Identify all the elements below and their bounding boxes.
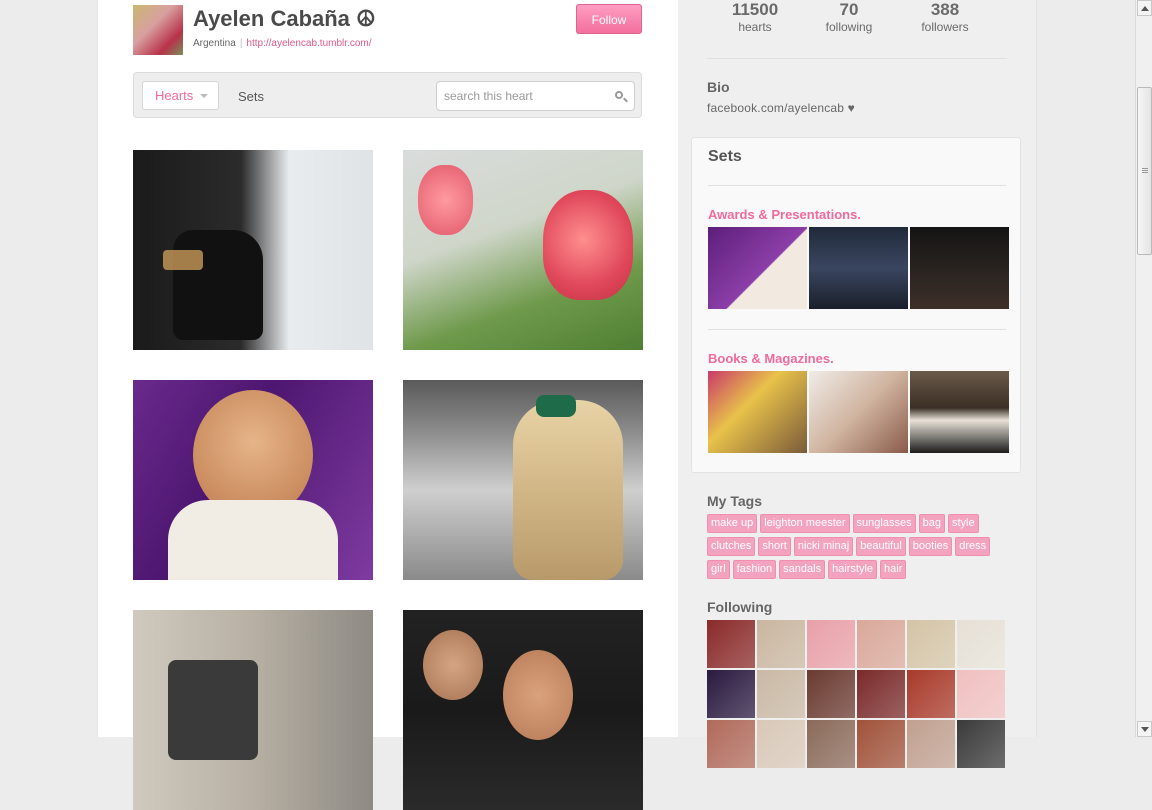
hearts-dropdown[interactable]: Hearts [142, 81, 219, 110]
following-avatar[interactable] [907, 720, 955, 768]
following-avatar[interactable] [857, 720, 905, 768]
bio-heading: Bio [707, 79, 730, 95]
stat-hearts[interactable]: 11500 hearts [715, 0, 795, 34]
tag[interactable]: clutches [707, 537, 756, 556]
chevron-down-icon [200, 94, 208, 98]
search-icon[interactable] [615, 91, 623, 99]
stat-followers-label: followers [921, 20, 969, 34]
following-avatar[interactable] [807, 670, 855, 718]
divider [708, 185, 1006, 186]
following-avatar[interactable] [857, 670, 905, 718]
following-avatar[interactable] [907, 670, 955, 718]
following-avatar[interactable] [707, 720, 755, 768]
profile-name: Ayelen Cabaña ☮ [193, 6, 376, 31]
stat-following[interactable]: 70 following [809, 0, 889, 34]
tag[interactable]: hairstyle [828, 560, 878, 579]
photo-red-carpet[interactable] [133, 380, 373, 580]
tag[interactable]: make up [707, 514, 758, 533]
scrollbar[interactable] [1135, 0, 1152, 737]
following-avatar[interactable] [957, 670, 1005, 718]
tag[interactable]: beautiful [856, 537, 906, 556]
following-avatar[interactable] [907, 620, 955, 668]
profile-meta: Argentina | http://ayelencab.tumblr.com/ [193, 38, 372, 49]
tag[interactable]: hair [880, 560, 907, 579]
set-thumbnail[interactable] [910, 227, 1009, 309]
tag[interactable]: style [947, 514, 979, 533]
tag[interactable]: short [758, 537, 791, 556]
tab-sets[interactable]: Sets [238, 89, 264, 104]
tag[interactable]: sandals [779, 560, 826, 579]
profile-location: Argentina [193, 38, 236, 49]
tag[interactable]: leighton meester [760, 514, 850, 533]
photo-tulips[interactable] [403, 150, 643, 350]
following-avatar[interactable] [957, 620, 1005, 668]
set-thumbnail[interactable] [809, 227, 908, 309]
divider [708, 329, 1006, 330]
following-avatar[interactable] [757, 720, 805, 768]
following-avatar[interactable] [757, 670, 805, 718]
tag-list: make up leighton meester sunglasses bag styl… [707, 514, 1007, 583]
tag[interactable]: sunglasses [852, 514, 916, 533]
sidebar: 11500 hearts 70 following 388 followers … [678, 0, 1037, 768]
photo-street-style[interactable] [133, 610, 373, 810]
set-thumbnail[interactable] [809, 371, 908, 453]
stat-followers[interactable]: 388 followers [905, 0, 985, 34]
stat-following-label: following [825, 20, 873, 34]
profile-url-link[interactable]: http://ayelencab.tumblr.com/ [246, 38, 371, 49]
bio-text: facebook.com/ayelencab ♥ [707, 101, 856, 115]
following-heading: Following [707, 599, 773, 615]
following-avatar[interactable] [807, 620, 855, 668]
following-avatar[interactable] [707, 620, 755, 668]
stat-followers-value: 388 [930, 0, 960, 19]
following-avatar[interactable] [957, 720, 1005, 768]
main-column: Ayelen Cabaña ☮ Argentina | http://ayelenc… [97, 0, 679, 810]
tag[interactable]: fashion [732, 560, 777, 579]
sets-heading: Sets [708, 148, 742, 165]
page: Ayelen Cabaña ☮ Argentina | http://ayelenc… [0, 0, 1152, 810]
grip-icon [1142, 168, 1148, 169]
set-thumbnail[interactable] [910, 371, 1009, 453]
following-avatar[interactable] [857, 620, 905, 668]
set-thumbnail[interactable] [708, 227, 807, 309]
following-avatar[interactable] [807, 720, 855, 768]
divider [707, 58, 1007, 59]
photo-hair-bow[interactable] [403, 380, 643, 580]
follow-button[interactable]: Follow [576, 4, 642, 34]
tags-heading: My Tags [707, 493, 762, 509]
tag[interactable]: bag [918, 514, 945, 533]
content-toolbar: Hearts Sets [133, 72, 642, 118]
hearts-dropdown-label: Hearts [155, 88, 194, 103]
photo-fashion-show[interactable] [403, 610, 643, 810]
stat-hearts-label: hearts [738, 20, 772, 34]
profile-avatar[interactable] [133, 5, 183, 55]
sets-panel: Sets Awards & Presentations. Books & Mag… [691, 137, 1021, 473]
stat-hearts-value: 11500 [731, 0, 779, 19]
meta-separator: | [239, 38, 243, 49]
stat-following-value: 70 [839, 0, 859, 19]
tag[interactable]: booties [908, 537, 953, 556]
set-title-awards[interactable]: Awards & Presentations. [708, 207, 861, 222]
scrollbar-thumb[interactable] [1137, 87, 1152, 255]
photo-bag-bracelet[interactable] [133, 150, 373, 350]
set-thumbnail[interactable] [708, 371, 807, 453]
scroll-up-icon[interactable] [1137, 0, 1152, 16]
following-avatar[interactable] [757, 620, 805, 668]
tag[interactable]: nicki minaj [793, 537, 854, 556]
tag[interactable]: dress [955, 537, 991, 556]
scroll-down-icon[interactable] [1137, 721, 1152, 737]
search-input[interactable] [436, 81, 635, 111]
set-title-books[interactable]: Books & Magazines. [708, 351, 834, 366]
following-avatar[interactable] [707, 670, 755, 718]
tag[interactable]: girl [707, 560, 730, 579]
